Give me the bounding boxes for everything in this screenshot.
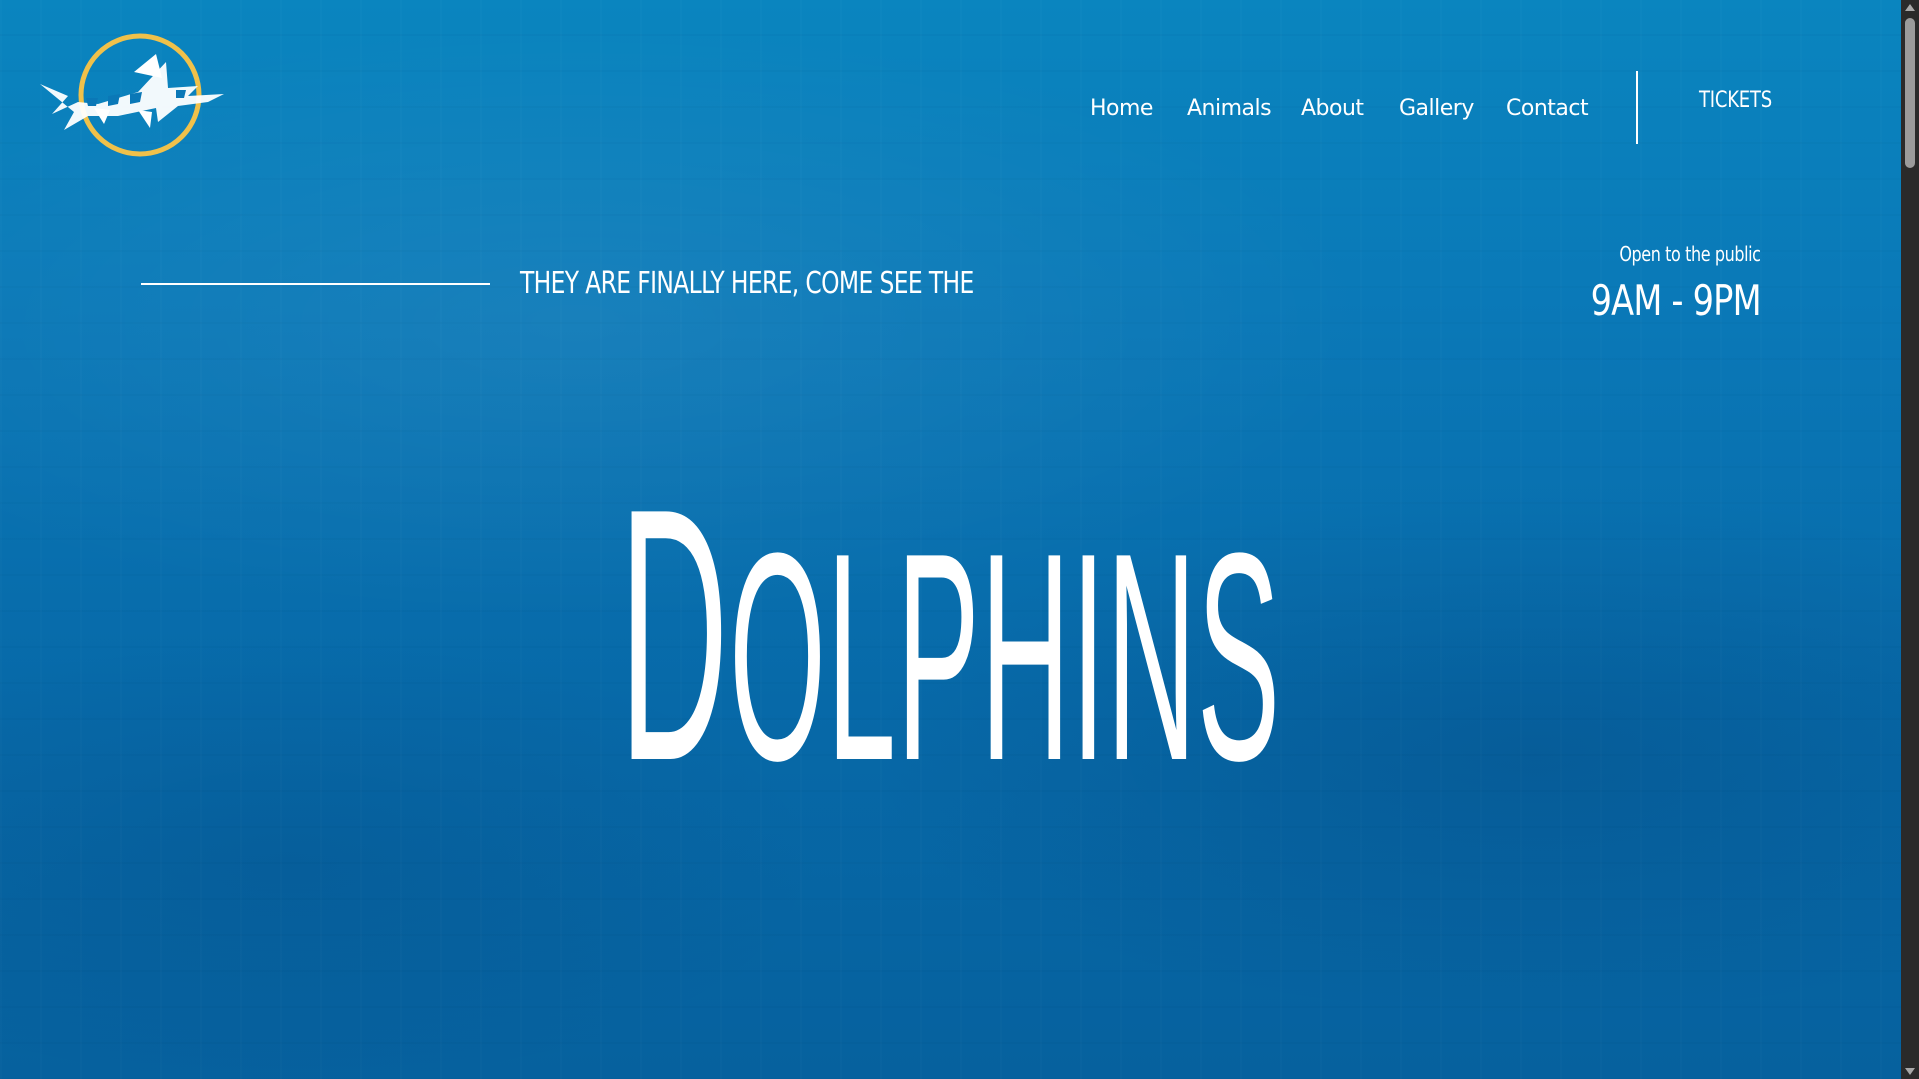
scroll-down-arrow-icon[interactable] bbox=[1905, 1068, 1915, 1075]
nav-link-about[interactable]: About bbox=[1301, 96, 1364, 121]
nav-item-contact[interactable]: Contact bbox=[1506, 96, 1606, 121]
hero-title: Dolphins bbox=[551, 455, 1349, 837]
nav-link-gallery[interactable]: Gallery bbox=[1399, 96, 1474, 121]
logo-graphic bbox=[40, 33, 224, 157]
scrollbar-thumb[interactable] bbox=[1905, 18, 1915, 168]
nav-item-home[interactable]: Home bbox=[1090, 96, 1187, 121]
page-scrollbar[interactable] bbox=[1901, 0, 1919, 1079]
nav-item-about[interactable]: About bbox=[1301, 96, 1399, 121]
hours-label: Open to the public bbox=[1619, 242, 1762, 266]
hours-value: 9AM - 9PM bbox=[1590, 276, 1762, 325]
hero-tagline: THEY ARE FINALLY HERE, COME SEE THE bbox=[520, 266, 974, 301]
main-nav: Home Animals About Gallery Contact bbox=[1090, 88, 1606, 128]
nav-item-gallery[interactable]: Gallery bbox=[1399, 96, 1506, 121]
tickets-button[interactable]: TICKETS bbox=[1699, 88, 1772, 113]
nav-link-contact[interactable]: Contact bbox=[1506, 96, 1589, 121]
aquarium-logo[interactable] bbox=[38, 32, 232, 162]
page: Home Animals About Gallery Contact TICKE… bbox=[0, 0, 1919, 1079]
nav-divider bbox=[1636, 71, 1638, 144]
hero-title-initial: D bbox=[619, 434, 730, 836]
scroll-up-arrow-icon[interactable] bbox=[1905, 4, 1915, 11]
nav-link-home[interactable]: Home bbox=[1090, 96, 1153, 121]
tagline-rule bbox=[141, 283, 490, 285]
nav-item-animals[interactable]: Animals bbox=[1187, 96, 1301, 121]
nav-link-animals[interactable]: Animals bbox=[1187, 96, 1272, 121]
hero-title-rest: olphins bbox=[729, 491, 1281, 822]
